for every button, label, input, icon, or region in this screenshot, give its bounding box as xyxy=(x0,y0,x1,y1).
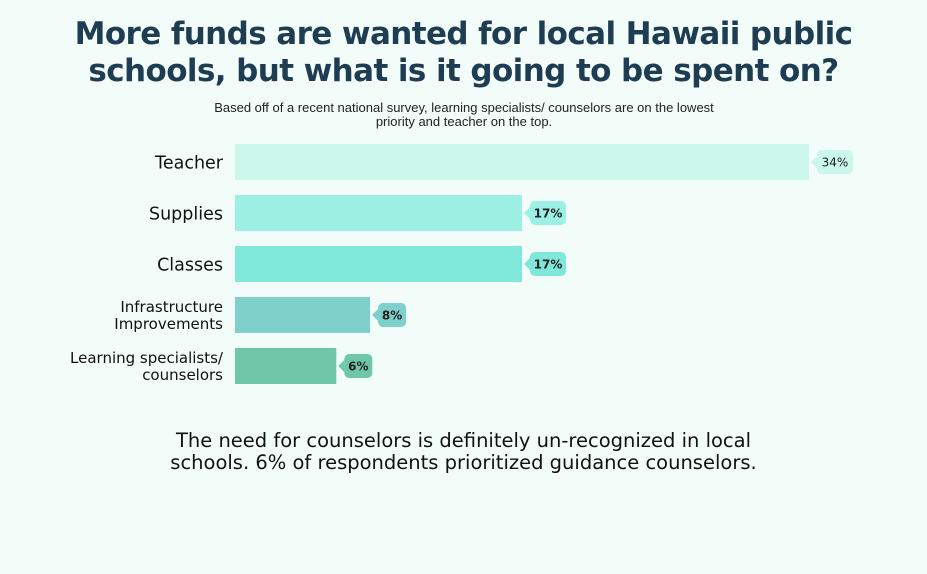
data-label: 17% xyxy=(524,201,566,225)
category-label-line: Teacher xyxy=(154,153,224,173)
category-label: Infrastructure Improvements xyxy=(114,298,223,333)
category-label: Classes xyxy=(157,255,223,275)
data-label-pointer xyxy=(524,258,530,270)
data-label: 34% xyxy=(811,150,853,174)
category-label-line: Infrastructure xyxy=(120,298,223,316)
category-label-line: Supplies xyxy=(149,204,223,224)
data-label: 8% xyxy=(372,303,407,327)
data-label-text: 6% xyxy=(348,360,368,374)
data-label-pointer xyxy=(811,156,817,168)
bar xyxy=(235,297,371,333)
data-label-pointer xyxy=(524,207,530,219)
bar xyxy=(235,246,522,282)
data-label-pointer xyxy=(372,309,379,321)
category-label-line: Learning specialists/ xyxy=(70,349,224,367)
bar-chart: Teacher 34% Supplies 17% Classes 17% Infrastru… xyxy=(70,144,853,384)
bar xyxy=(235,348,337,384)
data-label: 17% xyxy=(524,252,566,276)
category-label: Supplies xyxy=(149,204,223,224)
footnote-text: The need for counselors is definitely un… xyxy=(170,429,757,474)
data-label-text: 34% xyxy=(822,156,849,170)
category-label: Learning specialists/counselors xyxy=(70,349,224,384)
category-label-line: Classes xyxy=(157,255,223,275)
category-label: Teacher xyxy=(154,153,224,173)
data-label-pointer xyxy=(338,360,345,372)
category-label-line: counselors xyxy=(142,366,223,384)
data-label-text: 8% xyxy=(382,309,402,323)
data-label: 6% xyxy=(338,354,373,378)
category-label-line: Improvements xyxy=(114,315,223,333)
data-label-text: 17% xyxy=(534,207,563,221)
data-label-text: 17% xyxy=(534,258,563,272)
bar xyxy=(235,144,809,180)
bar xyxy=(235,195,522,231)
